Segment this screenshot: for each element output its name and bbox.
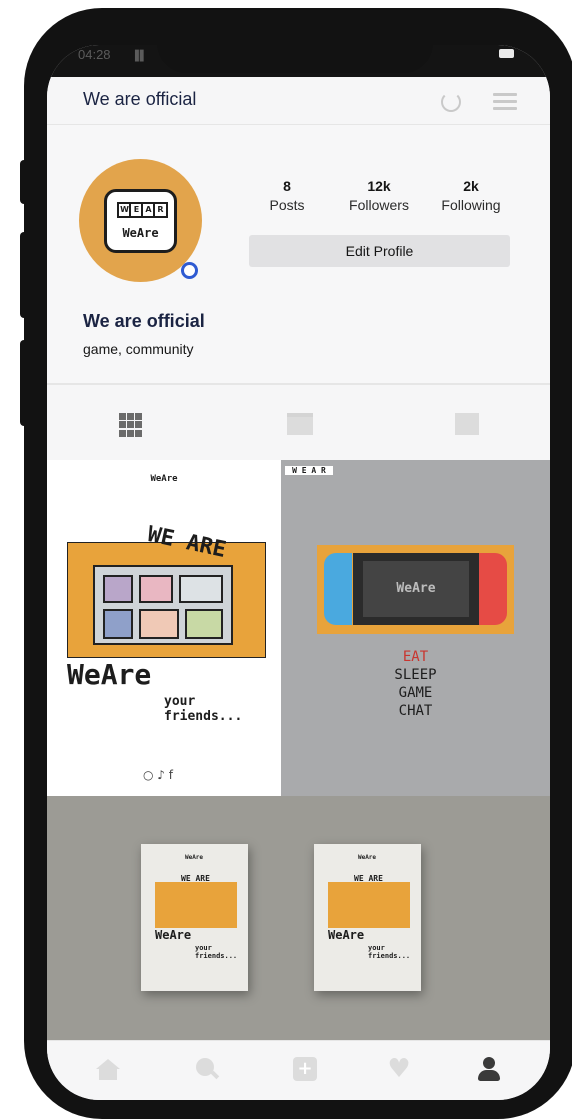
poster-mockup: WeAre WE ARE WeAre your friends... — [141, 844, 248, 991]
heart-icon[interactable]: ♥ — [387, 1056, 411, 1082]
tagged-view-icon[interactable] — [455, 413, 479, 435]
social-icons: ○ ♪ f — [143, 768, 173, 782]
stat-following[interactable]: 2k Following — [426, 178, 516, 213]
poster-logo: WeAre — [357, 854, 377, 861]
bottom-navigation: + ♥ — [47, 1040, 550, 1100]
house-icon — [93, 565, 233, 645]
volume-down-button — [20, 340, 30, 426]
post-brand: WeAre — [67, 658, 152, 691]
posts-grid: WeAre WE ARE WeAre your friends... ○ ♪ f… — [47, 460, 550, 1040]
poster-brand: WeAre — [328, 928, 365, 942]
motto-chat: CHAT — [398, 703, 433, 719]
stat-followers-value: 12k — [367, 178, 391, 194]
hamburger-menu-icon[interactable] — [493, 93, 517, 111]
stat-followers-label: Followers — [349, 197, 409, 213]
console-screen: WeAre — [353, 553, 479, 625]
game-console-illustration: WeAre — [317, 545, 514, 634]
post-logo: W E A R — [285, 466, 333, 475]
post-tagline: your friends... — [164, 694, 243, 724]
stat-following-label: Following — [441, 197, 501, 213]
mute-switch — [20, 160, 30, 204]
post-tile[interactable]: W E A R WeAre EAT SLEEP GAME CHAT — [281, 460, 550, 796]
post-tile[interactable]: WeAre WE ARE WeAre your friends... ○ ♪ f — [47, 460, 281, 796]
home-icon[interactable] — [96, 1057, 120, 1081]
top-bar: We are official — [47, 77, 550, 125]
post-tile[interactable]: WeAre WE ARE WeAre your friends... WeAre… — [47, 796, 550, 1040]
stat-posts[interactable]: 8 Posts — [242, 178, 332, 213]
poster-logo: WeAre — [184, 854, 204, 861]
poster-brand: WeAre — [155, 928, 192, 942]
stat-following-value: 2k — [463, 178, 479, 194]
joycon-left-icon — [324, 553, 352, 625]
poster-illustration — [328, 882, 410, 928]
grid-view-icon[interactable] — [119, 413, 143, 437]
volume-up-button — [20, 232, 30, 318]
search-icon[interactable] — [195, 1057, 220, 1081]
puzzle-piece: R — [153, 202, 168, 218]
building-illustration — [67, 542, 266, 658]
profile-tabs — [47, 385, 550, 460]
profile-bio: game, community — [83, 341, 194, 357]
feed-view-icon[interactable] — [287, 413, 313, 435]
edit-profile-button[interactable]: Edit Profile — [249, 235, 510, 267]
refresh-icon[interactable] — [441, 92, 461, 112]
poster-tagline: your friends... — [368, 944, 411, 960]
profile-icon[interactable] — [477, 1057, 501, 1081]
poster-illustration — [155, 882, 237, 928]
motto-sleep: SLEEP — [394, 667, 437, 683]
post-logo: WeAre — [150, 474, 178, 484]
status-time: 04:28 — [78, 47, 111, 62]
page-title: We are official — [83, 89, 197, 109]
poster-headline: WE ARE — [181, 874, 210, 883]
brand-logo: W E A R WeAre — [104, 189, 177, 253]
phone-screen: 04:28 ▐▌ We are official W E A R WeAre 8… — [47, 45, 550, 1100]
poster-headline: WE ARE — [354, 874, 383, 883]
online-status-badge — [181, 262, 198, 279]
poster-mockup: WeAre WE ARE WeAre your friends... — [314, 844, 421, 991]
joycon-right-icon — [479, 553, 507, 625]
add-post-icon[interactable]: + — [293, 1057, 317, 1081]
stat-posts-label: Posts — [269, 197, 305, 213]
battery-icon — [499, 49, 514, 58]
profile-header: W E A R WeAre 8 Posts 12k Followers 2k F… — [47, 125, 550, 385]
motto-eat: EAT — [402, 649, 429, 665]
puzzle-logo-icon: W E A R — [117, 202, 168, 220]
motto-game: GAME — [398, 685, 433, 701]
profile-name: We are official — [83, 311, 205, 331]
poster-tagline: your friends... — [195, 944, 238, 960]
stat-followers[interactable]: 12k Followers — [334, 178, 424, 213]
console-screen-text: WeAre — [363, 561, 469, 617]
signal-icon: ▐▌ — [131, 51, 149, 62]
stat-posts-value: 8 — [283, 178, 291, 194]
logo-wordmark: WeAre — [122, 226, 159, 240]
camera-notch — [157, 45, 433, 73]
